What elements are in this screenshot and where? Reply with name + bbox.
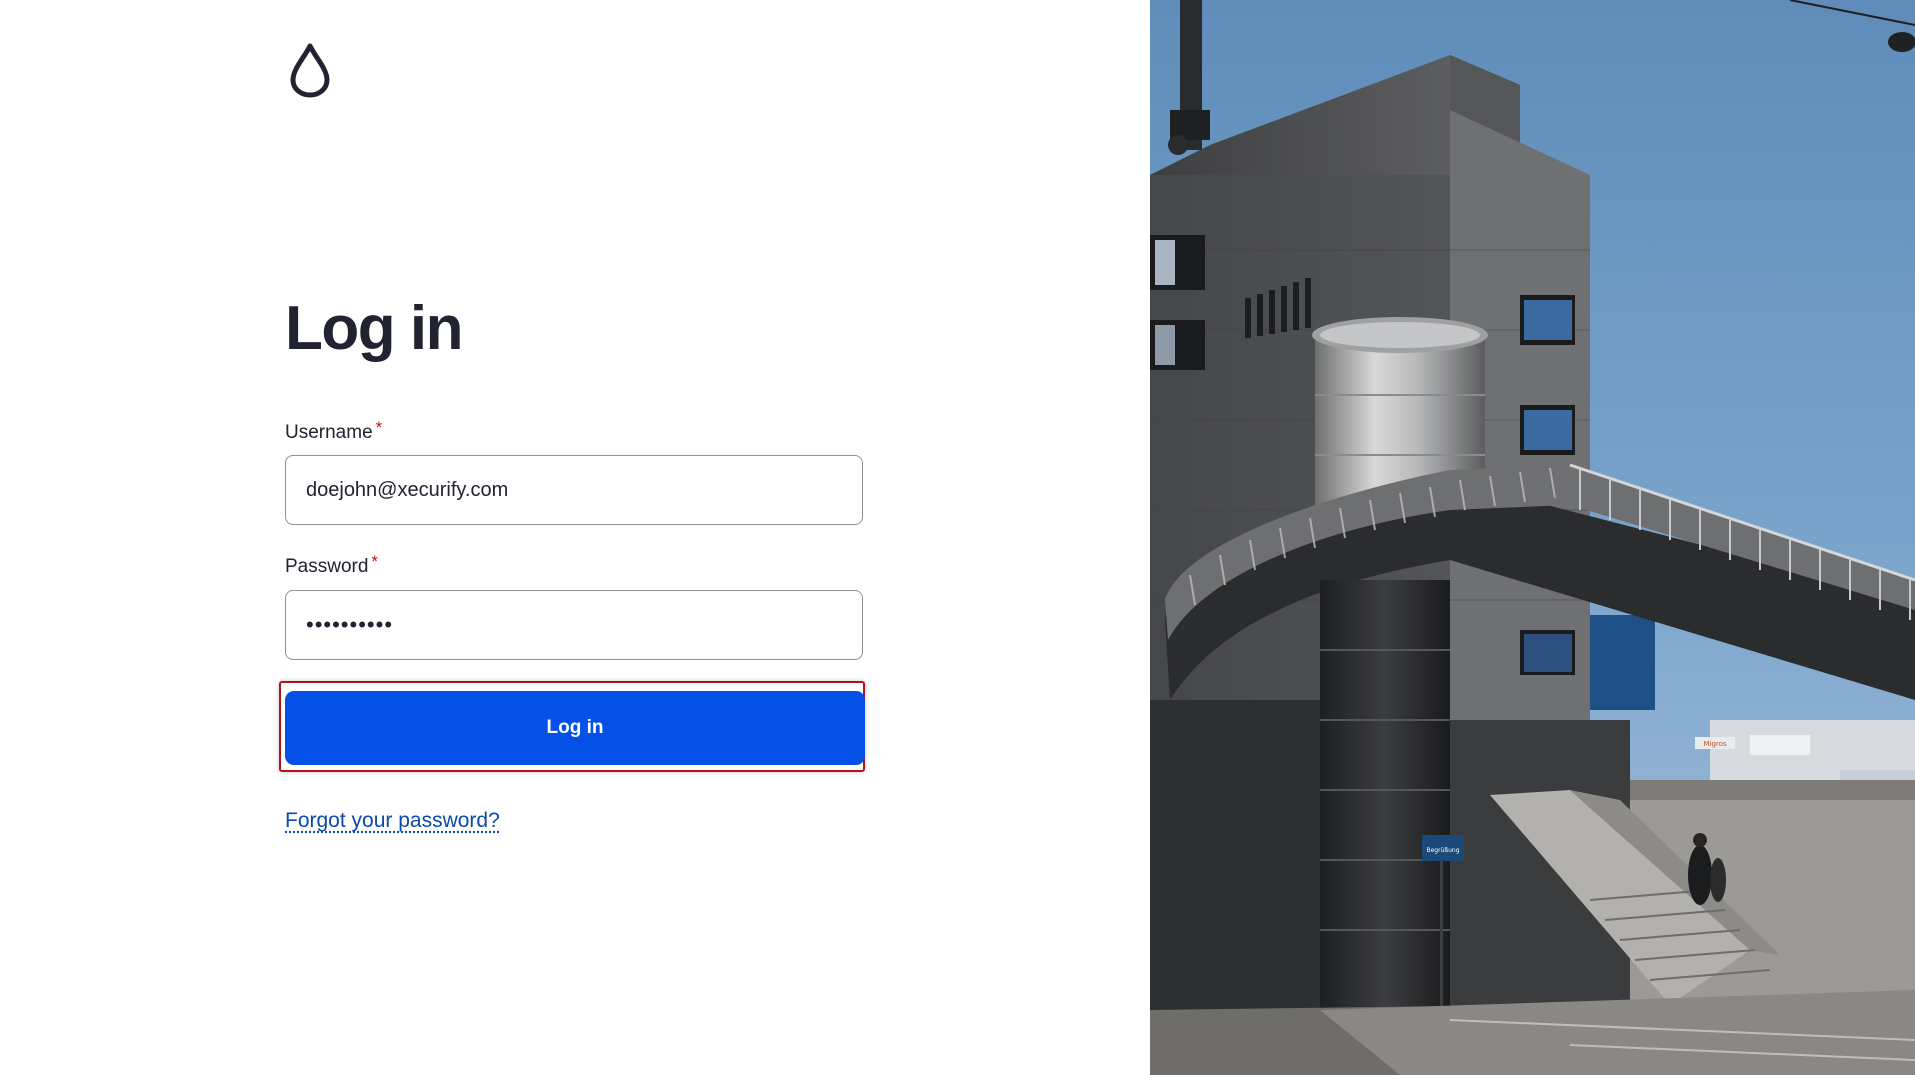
- login-page: Log in Username* Password* Log in Forgot…: [0, 0, 1915, 1075]
- password-input[interactable]: [285, 590, 863, 660]
- building-photo-image: Begrüßung Migros: [1150, 0, 1915, 1075]
- required-marker: *: [375, 418, 383, 437]
- username-label-text: Username: [285, 422, 373, 443]
- login-button[interactable]: Log in: [285, 691, 865, 765]
- hero-photo: Begrüßung Migros: [1150, 0, 1915, 1075]
- sign-text: Begrüßung: [1426, 847, 1459, 854]
- migros-sign-text: Migros: [1703, 740, 1726, 748]
- login-panel: Log in Username* Password* Log in Forgot…: [0, 0, 1150, 1075]
- password-label-text: Password: [285, 556, 369, 577]
- username-label: Username *: [285, 418, 383, 445]
- required-marker: *: [371, 552, 379, 571]
- drop-logo-icon: [290, 43, 330, 98]
- username-input[interactable]: [285, 455, 863, 525]
- forgot-password-link[interactable]: Forgot your password?: [285, 807, 500, 835]
- page-title: Log in: [285, 294, 463, 363]
- password-label: Password *: [285, 552, 379, 579]
